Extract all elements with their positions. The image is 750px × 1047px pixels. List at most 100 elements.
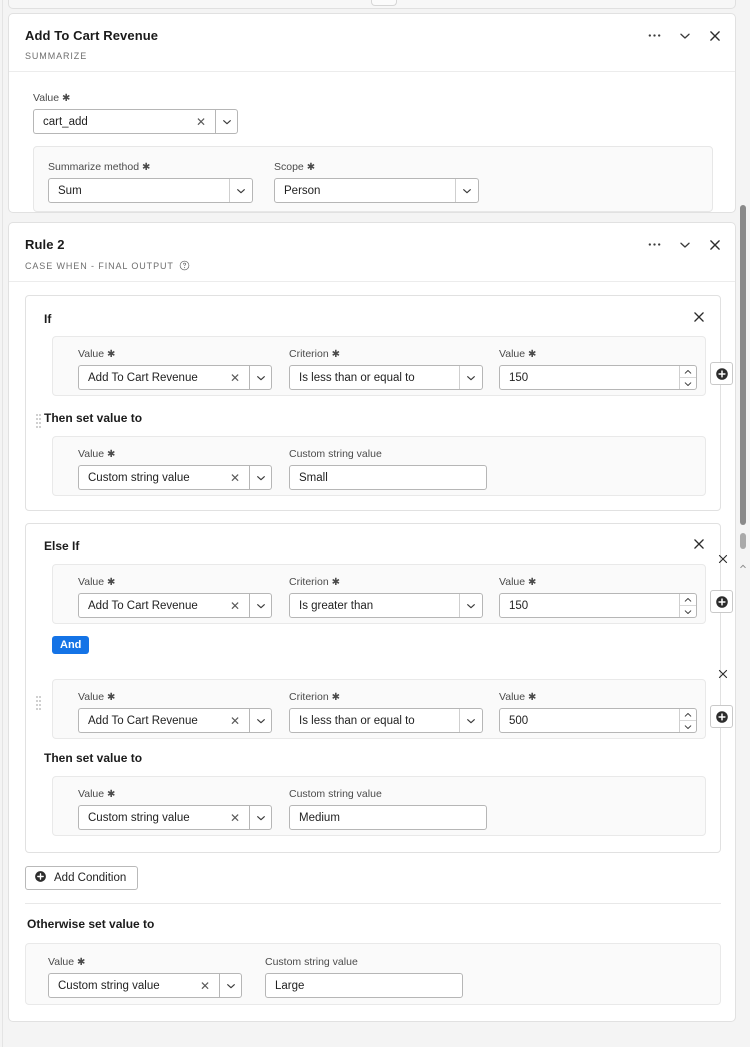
clear-x-icon[interactable]: ✕: [225, 472, 245, 484]
scrollbar-arrow-icon[interactable]: [740, 560, 746, 569]
else-if-cond-0-add-condition-button[interactable]: [710, 590, 733, 613]
else-if-then-custom-string-group: Custom string value Medium: [289, 788, 487, 830]
if-then-custom-string-input[interactable]: Small: [289, 465, 487, 490]
close-icon[interactable]: [708, 238, 722, 252]
else-if-cond-0-spinner: [679, 594, 696, 617]
summarize-value-combobox[interactable]: cart_add ✕: [33, 109, 238, 134]
chevron-down-icon[interactable]: [678, 29, 692, 43]
spinner-up-icon[interactable]: [680, 366, 696, 378]
if-cond-0-criterion-select[interactable]: Is less than or equal to: [289, 365, 483, 390]
summarize-card-subtitle-text: SUMMARIZE: [25, 51, 88, 61]
otherwise-value-text: Custom string value: [58, 979, 160, 992]
if-cond-0-criterion-dropdown-toggle[interactable]: [459, 366, 482, 389]
else-if-cond-0-criterion-dropdown-toggle[interactable]: [459, 594, 482, 617]
spinner-down-icon[interactable]: [680, 378, 696, 389]
else-if-cond-0-remove-icon[interactable]: [717, 553, 729, 565]
rule-card-header-actions: [647, 237, 722, 252]
otherwise-custom-string-input[interactable]: Large: [265, 973, 463, 998]
else-if-cond-0-number-label: Value ✱: [499, 576, 697, 588]
summarize-card-header: Add To Cart Revenue SUMMARIZE: [9, 14, 735, 72]
if-block: If Value ✱ Add To Cart Revenue ✕ Criteri…: [25, 295, 733, 511]
else-if-cond-1-value-dropdown-toggle[interactable]: [249, 708, 272, 733]
else-if-cond-1-remove-icon[interactable]: [717, 668, 729, 680]
else-if-cond-0-number-stepper[interactable]: 150: [499, 593, 697, 618]
add-condition-button[interactable]: Add Condition: [25, 866, 139, 890]
clear-x-icon[interactable]: ✕: [225, 812, 245, 824]
required-asterisk: ✱: [528, 577, 537, 588]
else-if-cond-1-criterion-select[interactable]: Is less than or equal to: [289, 708, 483, 733]
label-text: Value: [499, 691, 526, 703]
if-then-value-input[interactable]: Custom string value ✕: [78, 465, 249, 490]
vertical-scrollbar-thumb[interactable]: [740, 205, 746, 525]
else-if-cond-0-criterion-select[interactable]: Is greater than: [289, 593, 483, 618]
and-operator-badge[interactable]: And: [52, 636, 90, 654]
else-if-cond-0-value-dropdown-toggle[interactable]: [249, 593, 272, 618]
if-block-remove-icon[interactable]: [692, 310, 706, 324]
label-text: Value: [499, 576, 526, 588]
else-if-cond-1-number-stepper[interactable]: 500: [499, 708, 697, 733]
summarize-value-input[interactable]: cart_add ✕: [33, 109, 215, 134]
if-cond-0-value-input[interactable]: Add To Cart Revenue ✕: [78, 365, 249, 390]
else-if-cond-0-value-combobox[interactable]: Add To Cart Revenue ✕: [78, 593, 272, 618]
else-if-cond-1-value-input[interactable]: Add To Cart Revenue ✕: [78, 708, 249, 733]
else-if-cond-1-number-input[interactable]: 500: [500, 709, 679, 732]
clear-x-icon[interactable]: ✕: [225, 600, 245, 612]
else-if-cond-0-number-input[interactable]: 150: [500, 594, 679, 617]
if-cond-0-spinner: [679, 366, 696, 389]
if-drag-handle[interactable]: [36, 414, 41, 428]
summarize-scope-select[interactable]: Person: [274, 178, 479, 203]
summarize-value-dropdown-toggle[interactable]: [215, 109, 238, 134]
otherwise-row: Value ✱ Custom string value ✕ Custom str…: [25, 943, 721, 1005]
if-cond-0-number-input[interactable]: 150: [500, 366, 679, 389]
summarize-scope-dropdown-toggle[interactable]: [455, 179, 478, 202]
else-if-then-value-combobox[interactable]: Custom string value ✕: [78, 805, 272, 830]
help-circle-icon[interactable]: [179, 260, 190, 271]
otherwise-title: Otherwise set value to: [27, 917, 155, 931]
if-cond-0-criterion-group: Criterion ✱ Is less than or equal to: [289, 348, 483, 390]
otherwise-value-combobox[interactable]: Custom string value ✕: [48, 973, 242, 998]
if-cond-0-add-condition-button[interactable]: [710, 362, 733, 385]
summarize-method-select[interactable]: Sum: [48, 178, 253, 203]
vertical-scrollbar-track[interactable]: [738, 0, 749, 1047]
spinner-up-icon[interactable]: [680, 709, 696, 721]
if-then-value-dropdown-toggle[interactable]: [249, 465, 272, 490]
if-cond-0-value-dropdown-toggle[interactable]: [249, 365, 272, 390]
else-if-cond-0-value-input[interactable]: Add To Cart Revenue ✕: [78, 593, 249, 618]
if-cond-0-value-combobox[interactable]: Add To Cart Revenue ✕: [78, 365, 272, 390]
close-icon[interactable]: [708, 29, 722, 43]
if-cond-0-number-group: Value ✱ 150: [499, 348, 697, 390]
if-cond-0-number-stepper[interactable]: 150: [499, 365, 697, 390]
if-then-value-combobox[interactable]: Custom string value ✕: [78, 465, 272, 490]
else-if-cond-1-drag-handle[interactable]: [36, 696, 41, 710]
else-if-cond-1-criterion-dropdown-toggle[interactable]: [459, 709, 482, 732]
more-horizontal-icon[interactable]: [647, 237, 662, 252]
summarize-method-label-text: Summarize method: [48, 161, 140, 173]
else-if-then-value-input[interactable]: Custom string value ✕: [78, 805, 249, 830]
if-block-title: If: [44, 312, 52, 326]
else-if-cond-0-criterion-group: Criterion ✱ Is greater than: [289, 576, 483, 618]
else-if-cond-1-add-condition-button[interactable]: [710, 705, 733, 728]
else-if-cond-1-value-combobox[interactable]: Add To Cart Revenue ✕: [78, 708, 272, 733]
required-asterisk: ✱: [77, 957, 86, 968]
else-if-then-value-dropdown-toggle[interactable]: [249, 805, 272, 830]
card-drag-pill[interactable]: [371, 0, 397, 6]
clear-x-icon[interactable]: ✕: [225, 372, 245, 384]
clear-x-icon[interactable]: ✕: [195, 980, 215, 992]
otherwise-value-input[interactable]: Custom string value ✕: [48, 973, 219, 998]
more-horizontal-icon[interactable]: [647, 28, 662, 43]
clear-x-icon[interactable]: ✕: [191, 116, 211, 128]
spinner-up-icon[interactable]: [680, 594, 696, 606]
summarize-method-group: Summarize method ✱ Sum: [48, 161, 253, 203]
vertical-scrollbar-thumb-secondary[interactable]: [740, 533, 746, 549]
else-if-then-custom-string-input[interactable]: Medium: [289, 805, 487, 830]
spinner-down-icon[interactable]: [680, 606, 696, 617]
otherwise-value-dropdown-toggle[interactable]: [219, 973, 242, 998]
spinner-down-icon[interactable]: [680, 721, 696, 732]
if-cond-0-number-label: Value ✱: [499, 348, 697, 360]
summarize-method-dropdown-toggle[interactable]: [229, 179, 252, 202]
summarize-method-value: Sum: [58, 184, 82, 197]
else-if-block-remove-icon[interactable]: [692, 537, 706, 551]
clear-x-icon[interactable]: ✕: [225, 715, 245, 727]
chevron-down-icon[interactable]: [678, 238, 692, 252]
summarize-scope-label: Scope ✱: [274, 161, 479, 173]
